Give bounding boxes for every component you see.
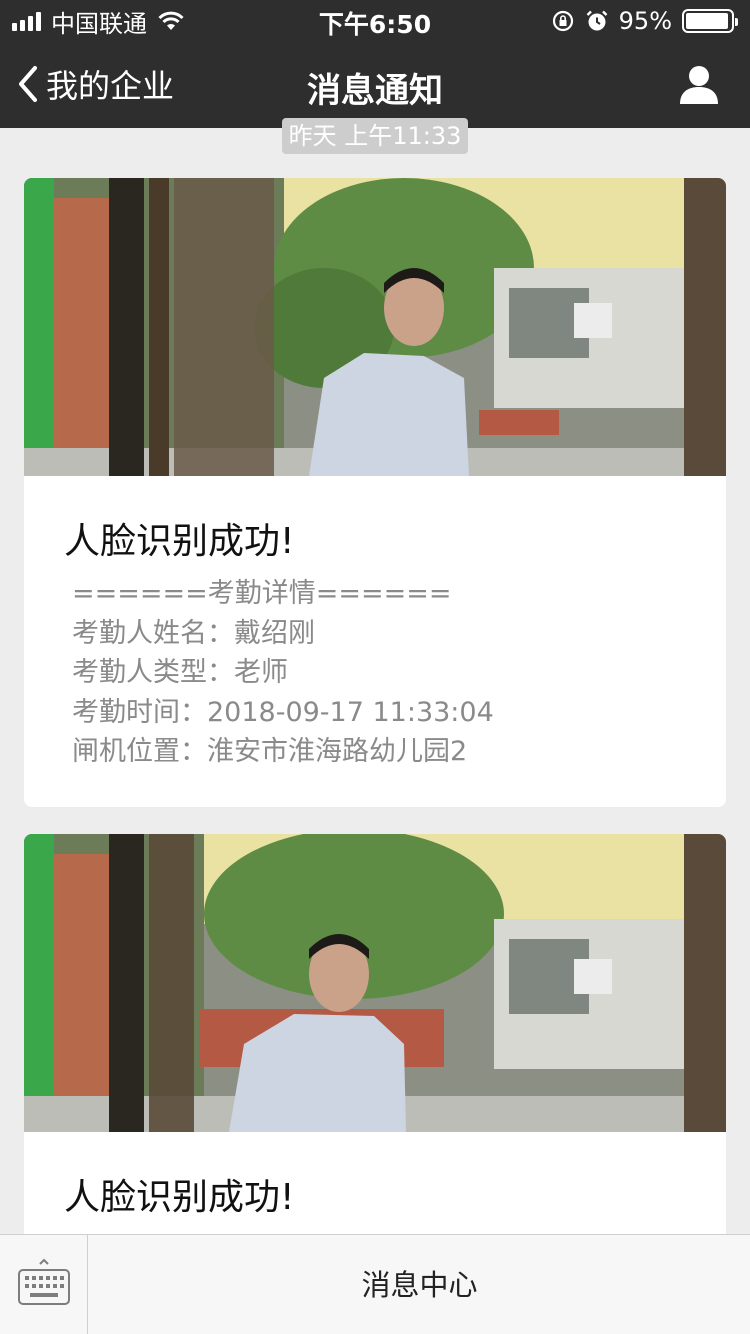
- attendance-details: ======考勤详情====== 考勤人姓名：戴绍刚 考勤人类型：老师 考勤时间…: [72, 574, 494, 772]
- status-right: 95%: [551, 6, 738, 36]
- message-card[interactable]: 人脸识别成功! ======考勤详情====== 考勤人姓名：戴绍刚 考勤人类型…: [24, 178, 726, 807]
- top-bar: 中国联通 下午6:50 95% 我的企业 消息通知: [0, 0, 750, 128]
- alarm-icon: [586, 10, 608, 31]
- menu-message-center[interactable]: 消息中心: [89, 1235, 750, 1334]
- rotation-lock-icon: [552, 10, 573, 32]
- detail-type: 考勤人类型：老师: [72, 657, 288, 688]
- battery-icon: [682, 9, 738, 33]
- battery-percent: 95%: [618, 7, 672, 35]
- keyboard-icon: [18, 1258, 70, 1305]
- battery-level: [686, 13, 728, 29]
- back-button[interactable]: 我的企业: [18, 62, 174, 106]
- detail-name: 考勤人姓名：戴绍刚: [72, 617, 315, 649]
- message-timestamp: 昨天 上午11:33: [282, 118, 468, 154]
- detail-location: 闸机位置：淮安市淮海路幼儿园2: [72, 736, 468, 767]
- chevron-left-icon: [19, 66, 37, 102]
- back-button-label: 我的企业: [46, 67, 175, 105]
- keyboard-toggle-button[interactable]: [0, 1235, 88, 1334]
- status-bar: 中国联通 下午6:50 95%: [0, 0, 750, 40]
- camera-snapshot-image: [24, 834, 726, 1132]
- message-title: 人脸识别成功!: [64, 1177, 295, 1218]
- detail-time: 考勤时间：2018-09-17 11:33:04: [72, 696, 494, 728]
- user-icon[interactable]: [678, 64, 720, 106]
- message-title: 人脸识别成功!: [64, 521, 295, 562]
- bottom-bar: 消息中心: [0, 1234, 750, 1334]
- navigation-bar: 我的企业 消息通知: [0, 40, 750, 128]
- message-card[interactable]: 人脸识别成功!: [24, 834, 726, 1254]
- camera-snapshot-image: [24, 178, 726, 476]
- details-header: ======考勤详情======: [72, 578, 452, 609]
